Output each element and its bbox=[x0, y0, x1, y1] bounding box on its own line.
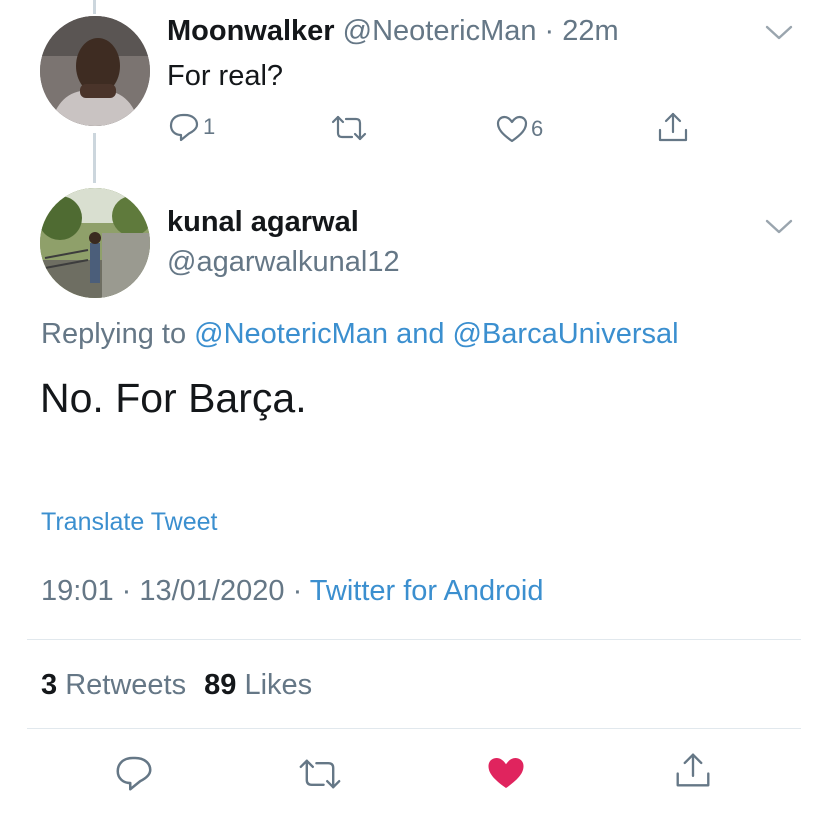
thread-line-top bbox=[93, 0, 96, 14]
main-author-handle[interactable]: @agarwalkunal12 bbox=[167, 246, 400, 279]
replying-to-and[interactable]: and bbox=[396, 318, 444, 350]
retweets-label: Retweets bbox=[65, 669, 187, 701]
likes-count: 89 bbox=[204, 669, 237, 701]
heart-outline-icon bbox=[496, 114, 528, 144]
reply-comment-count: 1 bbox=[203, 114, 216, 139]
reply-tweet-text: For real? bbox=[167, 60, 284, 92]
main-more-chevron-icon[interactable] bbox=[765, 218, 793, 236]
divider-bottom bbox=[27, 728, 801, 729]
replying-to-user-barcauniversal[interactable]: @BarcaUniversal bbox=[453, 318, 679, 350]
retweets-count: 3 bbox=[41, 669, 58, 701]
comment-icon bbox=[168, 112, 200, 142]
main-like-button[interactable] bbox=[486, 754, 526, 792]
main-retweet-button[interactable] bbox=[297, 756, 343, 792]
heart-filled-icon bbox=[486, 754, 526, 792]
tweet-client-link[interactable]: Twitter for Android bbox=[310, 575, 544, 607]
tweet-time: 19:01 bbox=[41, 575, 114, 607]
likes-label: Likes bbox=[244, 669, 313, 701]
reply-like-button[interactable]: 6 bbox=[496, 114, 543, 144]
reply-author-handle[interactable]: @NeotericMan bbox=[343, 15, 537, 47]
replying-to-line: Replying to @NeotericMan and @BarcaUnive… bbox=[41, 318, 679, 351]
retweet-icon bbox=[330, 113, 368, 143]
comment-icon bbox=[114, 754, 154, 792]
reply-sep: · bbox=[536, 15, 563, 47]
engagement-stats: 3 Retweets 89 Likes bbox=[41, 669, 312, 702]
thread-line-middle bbox=[93, 133, 96, 183]
translate-tweet-link[interactable]: Translate Tweet bbox=[41, 508, 217, 537]
reply-share-button[interactable] bbox=[656, 110, 690, 144]
avatar-moonwalker[interactable] bbox=[40, 16, 150, 126]
main-share-button[interactable] bbox=[673, 750, 713, 790]
tweet-meta-dot-1: · bbox=[113, 575, 140, 607]
tweet-date: 13/01/2020 bbox=[139, 575, 285, 607]
divider-top bbox=[27, 639, 801, 640]
reply-more-chevron-icon[interactable] bbox=[765, 24, 793, 42]
retweet-icon bbox=[297, 756, 343, 792]
reply-like-count: 6 bbox=[531, 116, 544, 141]
share-icon bbox=[673, 750, 713, 790]
reply-comment-button[interactable]: 1 bbox=[168, 112, 215, 142]
tweet-meta-dot-2: · bbox=[284, 575, 310, 607]
reply-retweet-button[interactable] bbox=[330, 113, 368, 143]
share-icon bbox=[656, 110, 690, 144]
tweet-metadata: 19:01 · 13/01/2020 · Twitter for Android bbox=[41, 575, 543, 608]
avatar-kunal[interactable] bbox=[40, 188, 150, 298]
retweets-stat[interactable]: 3 Retweets bbox=[41, 669, 194, 701]
main-author-name[interactable]: kunal agarwal bbox=[167, 206, 359, 239]
main-reply-button[interactable] bbox=[114, 754, 154, 792]
reply-author-name[interactable]: Moonwalker bbox=[167, 15, 335, 47]
reply-time[interactable]: 22m bbox=[562, 15, 618, 47]
replying-to-user-neotericman[interactable]: @NeotericMan bbox=[194, 318, 388, 350]
main-tweet-text: No. For Barça. bbox=[40, 375, 307, 421]
likes-stat[interactable]: 89 Likes bbox=[204, 669, 312, 701]
replying-to-prefix: Replying to bbox=[41, 318, 187, 350]
